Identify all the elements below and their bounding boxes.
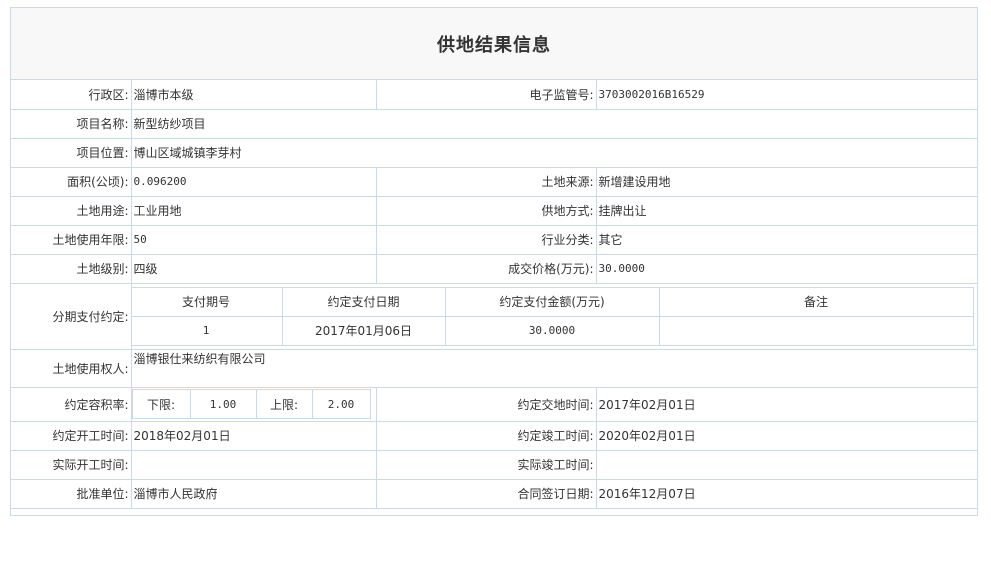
- district-value: 淄博市本级: [130, 80, 377, 110]
- row-project-location: 项目位置: 博山区域城镇李芽村: [11, 137, 977, 168]
- land-grade-value: 四级: [130, 253, 377, 284]
- installment-remark: [658, 315, 974, 346]
- supply-method-label: 供地方式:: [375, 195, 597, 226]
- land-use-label: 土地用途:: [11, 195, 132, 226]
- area-value: 0.096200: [130, 166, 377, 197]
- use-years-value: 50: [130, 224, 377, 255]
- info-table: 行政区: 淄博市本级 电子监管号: 3703002016B16529 项目名称:…: [11, 80, 977, 509]
- actual-completion-label: 实际竣工时间:: [375, 449, 597, 480]
- table-row: 1 2017年01月06日 30.0000: [132, 315, 974, 346]
- page-title: 供地结果信息: [437, 34, 551, 56]
- row-approver: 批准单位: 淄博市人民政府 合同签订日期: 2016年12月07日: [11, 478, 977, 509]
- supervision-no-value: 3703002016B16529: [595, 80, 977, 110]
- approver-label: 批准单位:: [11, 478, 132, 509]
- title-bar: 供地结果信息: [11, 8, 977, 80]
- land-user-label: 土地使用权人:: [11, 348, 132, 388]
- row-land-grade: 土地级别: 四级 成交价格(万元): 30.0000: [11, 253, 977, 284]
- project-location-value: 博山区域城镇李芽村: [130, 137, 977, 168]
- installments-header-period: 支付期号: [132, 286, 283, 317]
- row-start-time: 约定开工时间: 2018年02月01日 约定竣工时间: 2020年02月01日: [11, 420, 977, 451]
- actual-start-value: [130, 449, 377, 480]
- far-cell: 下限: 1.00 上限: 2.00: [130, 386, 377, 422]
- use-years-label: 土地使用年限:: [11, 224, 132, 255]
- installments-label: 分期支付约定:: [11, 282, 132, 350]
- supervision-no-label: 电子监管号:: [375, 80, 597, 110]
- installments-cell: 支付期号 约定支付日期 约定支付金额(万元) 备注 1 2017年01月06日 …: [130, 282, 977, 350]
- handover-time-label: 约定交地时间:: [375, 386, 597, 422]
- row-project-name: 项目名称: 新型纺纱项目: [11, 108, 977, 139]
- district-label: 行政区:: [11, 80, 132, 110]
- contract-date-value: 2016年12月07日: [595, 478, 977, 509]
- installments-table: 支付期号 约定支付日期 约定支付金额(万元) 备注 1 2017年01月06日 …: [132, 286, 974, 346]
- far-lower-value: 1.00: [189, 389, 257, 419]
- start-time-label: 约定开工时间:: [11, 420, 132, 451]
- far-table: 下限: 1.00 上限: 2.00: [132, 389, 371, 419]
- project-name-value: 新型纺纱项目: [130, 108, 977, 139]
- project-name-label: 项目名称:: [11, 108, 132, 139]
- actual-start-label: 实际开工时间:: [11, 449, 132, 480]
- row-land-use: 土地用途: 工业用地 供地方式: 挂牌出让: [11, 195, 977, 226]
- area-label: 面积(公顷):: [11, 166, 132, 197]
- installment-date: 2017年01月06日: [281, 315, 446, 346]
- completion-time-value: 2020年02月01日: [595, 420, 977, 451]
- land-supply-result-panel: 供地结果信息 行政区: 淄博市本级 电子监管号: 3703002016B1652…: [10, 7, 978, 516]
- far-label: 约定容积率:: [11, 386, 132, 422]
- row-land-user: 土地使用权人: 淄博银仕来纺织有限公司: [11, 348, 977, 388]
- land-user-value: 淄博银仕来纺织有限公司: [133, 352, 266, 366]
- land-source-value: 新增建设用地: [595, 166, 977, 197]
- land-grade-label: 土地级别:: [11, 253, 132, 284]
- land-user-cell: 淄博银仕来纺织有限公司: [130, 348, 977, 388]
- land-source-label: 土地来源:: [375, 166, 597, 197]
- land-use-value: 工业用地: [130, 195, 377, 226]
- installments-header-amount: 约定支付金额(万元): [444, 286, 660, 317]
- supply-method-value: 挂牌出让: [595, 195, 977, 226]
- row-actual-start: 实际开工时间: 实际竣工时间:: [11, 449, 977, 480]
- project-location-label: 项目位置:: [11, 137, 132, 168]
- industry-value: 其它: [595, 224, 977, 255]
- row-use-years: 土地使用年限: 50 行业分类: 其它: [11, 224, 977, 255]
- row-district: 行政区: 淄博市本级 电子监管号: 3703002016B16529: [11, 80, 977, 110]
- far-upper-value: 2.00: [311, 389, 371, 419]
- far-lower-label: 下限:: [132, 389, 191, 419]
- actual-completion-value: [595, 449, 977, 480]
- start-time-value: 2018年02月01日: [130, 420, 377, 451]
- industry-label: 行业分类:: [375, 224, 597, 255]
- installments-header-row: 支付期号 约定支付日期 约定支付金额(万元) 备注: [132, 286, 974, 317]
- far-row: 下限: 1.00 上限: 2.00: [132, 389, 371, 419]
- far-upper-label: 上限:: [255, 389, 313, 419]
- installments-header-remark: 备注: [658, 286, 974, 317]
- installment-amount: 30.0000: [444, 315, 660, 346]
- price-label: 成交价格(万元):: [375, 253, 597, 284]
- approver-value: 淄博市人民政府: [130, 478, 377, 509]
- price-value: 30.0000: [595, 253, 977, 284]
- handover-time-value: 2017年02月01日: [595, 386, 977, 422]
- row-installments: 分期支付约定: 支付期号 约定支付日期 约定支付金额(万元) 备注 1 2017…: [11, 282, 977, 350]
- row-far: 约定容积率: 下限: 1.00 上限: 2.00 约定交地时间: 2017年02…: [11, 386, 977, 422]
- completion-time-label: 约定竣工时间:: [375, 420, 597, 451]
- contract-date-label: 合同签订日期:: [375, 478, 597, 509]
- installment-period: 1: [132, 315, 283, 346]
- row-area: 面积(公顷): 0.096200 土地来源: 新增建设用地: [11, 166, 977, 197]
- installments-header-date: 约定支付日期: [281, 286, 446, 317]
